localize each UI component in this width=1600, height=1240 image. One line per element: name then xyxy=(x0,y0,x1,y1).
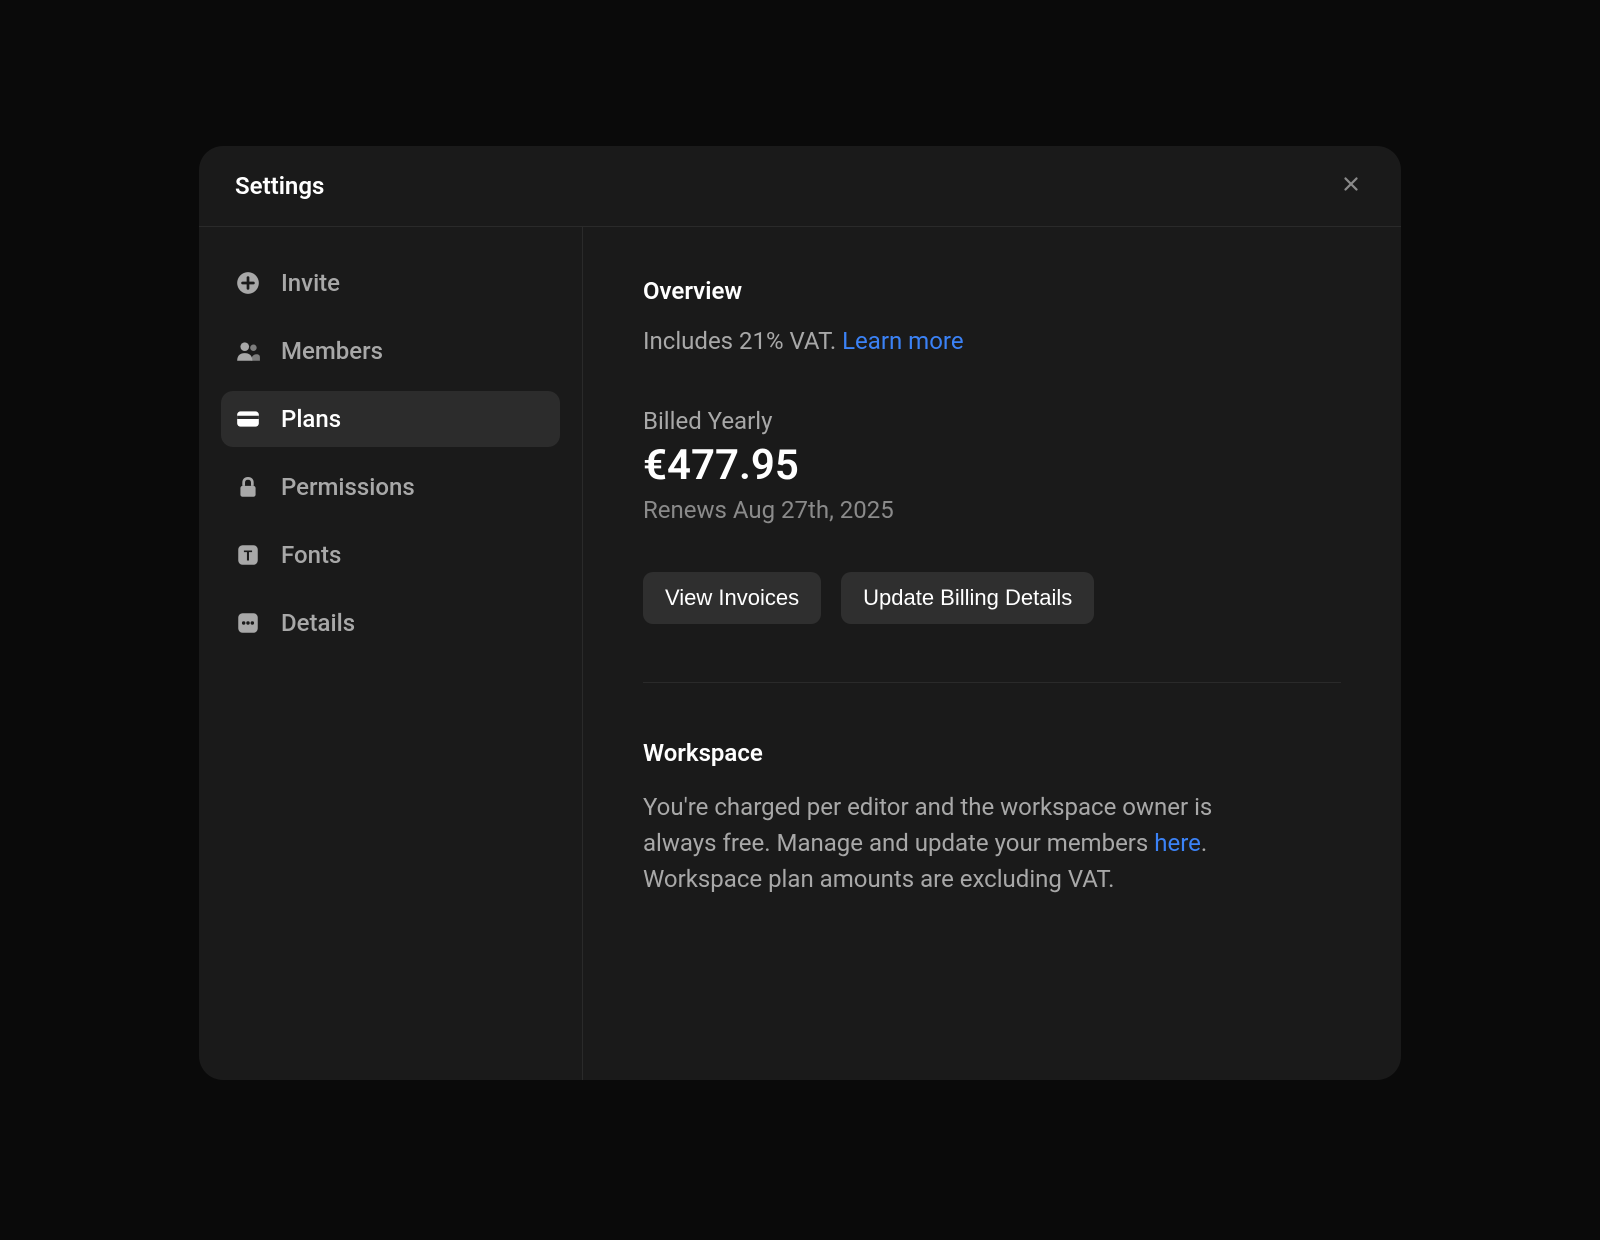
main-content: Overview Includes 21% VAT. Learn more Bi… xyxy=(583,227,1401,1080)
svg-text:T: T xyxy=(244,548,253,564)
font-icon: T xyxy=(235,542,261,568)
sidebar-item-invite[interactable]: Invite xyxy=(221,255,560,311)
modal-body: Invite Members xyxy=(199,227,1401,1080)
sidebar-item-label: Permissions xyxy=(281,473,415,501)
plan-price: €477.95 xyxy=(643,441,1341,490)
modal-header: Settings xyxy=(199,146,1401,227)
renews-date: Renews Aug 27th, 2025 xyxy=(643,496,1341,524)
workspace-title: Workspace xyxy=(643,739,1341,767)
sidebar: Invite Members xyxy=(199,227,583,1080)
sidebar-item-label: Members xyxy=(281,337,383,365)
workspace-description: You're charged per editor and the worksp… xyxy=(643,789,1263,897)
learn-more-link[interactable]: Learn more xyxy=(842,327,963,355)
view-invoices-button[interactable]: View Invoices xyxy=(643,572,821,624)
sidebar-item-permissions[interactable]: Permissions xyxy=(221,459,560,515)
workspace-desc-part1: You're charged per editor and the worksp… xyxy=(643,793,1212,857)
sidebar-item-label: Plans xyxy=(281,405,341,433)
overview-title: Overview xyxy=(643,277,1341,305)
settings-modal: Settings Invite xyxy=(199,146,1401,1080)
sidebar-item-details[interactable]: Details xyxy=(221,595,560,651)
lock-icon xyxy=(235,474,261,500)
billed-label: Billed Yearly xyxy=(643,407,1341,435)
billing-buttons: View Invoices Update Billing Details xyxy=(643,572,1341,624)
close-button[interactable] xyxy=(1337,172,1365,200)
update-billing-button[interactable]: Update Billing Details xyxy=(841,572,1094,624)
sidebar-item-members[interactable]: Members xyxy=(221,323,560,379)
sidebar-item-label: Fonts xyxy=(281,541,341,569)
modal-title: Settings xyxy=(235,172,324,200)
sidebar-item-plans[interactable]: Plans xyxy=(221,391,560,447)
users-icon xyxy=(235,338,261,364)
section-divider xyxy=(643,682,1341,683)
close-icon xyxy=(1340,173,1362,199)
members-here-link[interactable]: here xyxy=(1154,829,1201,857)
sidebar-item-label: Details xyxy=(281,609,355,637)
sidebar-item-fonts[interactable]: T Fonts xyxy=(221,527,560,583)
credit-card-icon xyxy=(235,406,261,432)
vat-info: Includes 21% VAT. Learn more xyxy=(643,327,1341,355)
vat-text: Includes 21% VAT. xyxy=(643,327,842,355)
plus-circle-icon xyxy=(235,270,261,296)
details-icon xyxy=(235,610,261,636)
sidebar-item-label: Invite xyxy=(281,269,340,297)
